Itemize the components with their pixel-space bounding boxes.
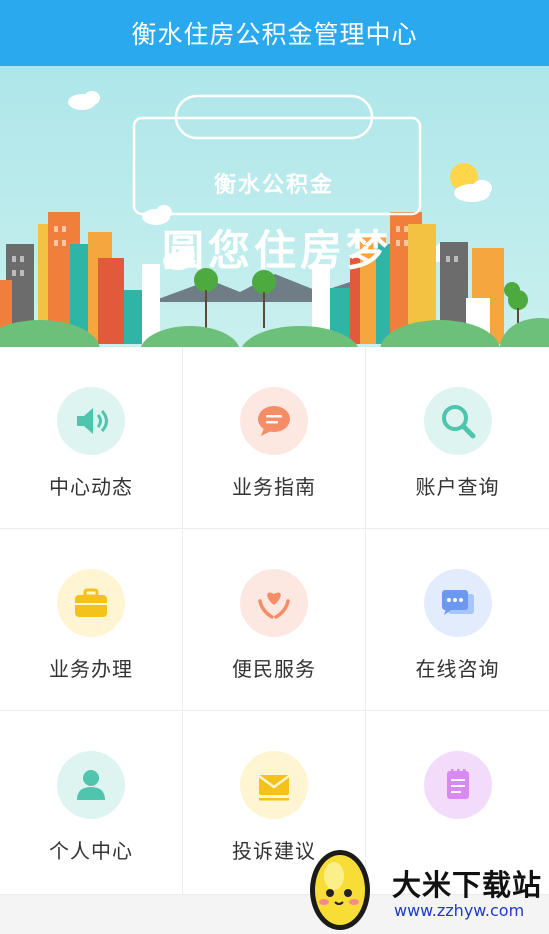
search-icon: [423, 387, 492, 455]
menu-item-label: 在线咨询: [415, 657, 500, 681]
banner-illustration: [0, 66, 549, 347]
menu-item-label: 账户查询: [415, 475, 500, 499]
menu-item-label: 业务办理: [49, 657, 133, 681]
notepad-icon: [423, 751, 492, 819]
rice-mascot-icon: [310, 850, 370, 930]
menu-item-center-news[interactable]: 中心动态: [0, 347, 183, 529]
banner-carousel[interactable]: 衡水公积金 圆您住房梦: [0, 66, 549, 347]
hands-heart-icon: [240, 569, 308, 637]
speaker-icon: [57, 387, 125, 455]
briefcase-icon: [57, 569, 125, 637]
menu-item-business-guide[interactable]: 业务指南: [183, 347, 366, 529]
person-icon: [57, 751, 125, 819]
banner-tag-small: 衡水公积金: [213, 173, 334, 198]
page-title: 衡水住房公积金管理中心: [131, 20, 418, 49]
menu-item-public-service[interactable]: 便民服务: [183, 529, 366, 711]
banner-slogan: 圆您住房梦: [161, 225, 392, 275]
app-title-bar: 衡水住房公积金管理中心: [0, 0, 549, 66]
watermark-logo: 大米下载站 www.zzhyw.com: [300, 838, 549, 934]
menu-item-label: 中心动态: [49, 475, 133, 499]
menu-grid: 中心动态 业务指南 账户查询 业务办理 便民服务 在线咨询 个人中心 投诉建议: [0, 347, 549, 895]
menu-item-online-consult[interactable]: 在线咨询: [366, 529, 549, 711]
menu-item-personal-center[interactable]: 个人中心: [0, 711, 183, 895]
menu-item-account-query[interactable]: 账户查询: [366, 347, 549, 529]
envelope-icon: [240, 751, 308, 819]
menu-item-label: 业务指南: [232, 475, 316, 499]
watermark-title: 大米下载站: [392, 868, 543, 902]
chat-bubble-icon: [240, 387, 308, 455]
menu-item-label: 便民服务: [232, 657, 316, 681]
message-dots-icon: [423, 569, 492, 637]
watermark-url: www.zzhyw.com: [394, 901, 525, 920]
menu-item-business-handling[interactable]: 业务办理: [0, 529, 183, 711]
menu-item-label: 个人中心: [49, 839, 133, 863]
